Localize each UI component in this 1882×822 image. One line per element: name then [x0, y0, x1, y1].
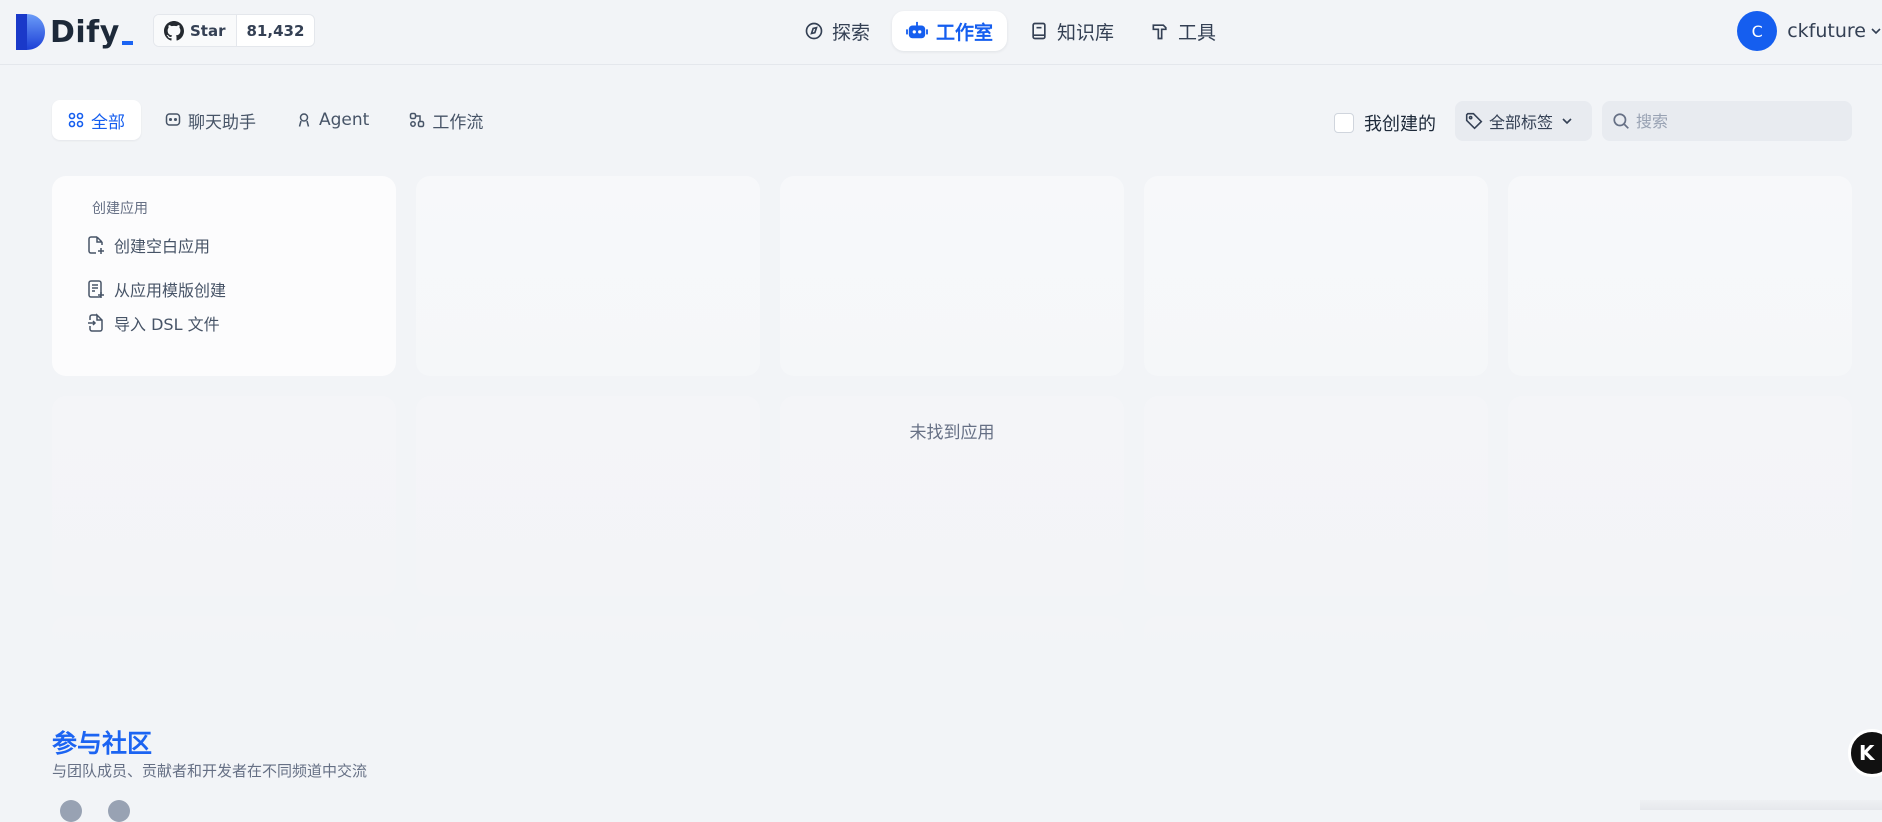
nav-explore[interactable]: 探索 [790, 11, 884, 51]
nav-studio[interactable]: 工作室 [892, 11, 1008, 51]
compass-icon [805, 22, 823, 40]
community-title: 参与社区 [52, 729, 153, 758]
robot-icon [906, 21, 928, 39]
avatar[interactable]: C [1737, 11, 1778, 51]
chevron-down-icon [1562, 118, 1572, 125]
template-icon [88, 280, 104, 298]
app-card-placeholder [1508, 616, 1852, 670]
app-card-placeholder [52, 616, 396, 670]
create-from-template-button[interactable]: 从应用模版创建 [86, 272, 356, 306]
app-card-placeholder [780, 176, 1124, 376]
github-star-label: Star [190, 21, 226, 40]
app-card-placeholder [780, 616, 1124, 670]
github-icon [164, 20, 184, 41]
search-box[interactable] [1602, 101, 1852, 141]
tag-filter-label: 全部标签 [1489, 113, 1554, 132]
file-plus-icon [88, 236, 104, 254]
tab-agent[interactable]: Agent [280, 100, 385, 140]
nav-knowledge[interactable]: 知识库 [1015, 11, 1128, 51]
app-card-placeholder [52, 396, 396, 596]
app-card-placeholder [1144, 616, 1488, 670]
created-by-me-label: 我创建的 [1364, 114, 1436, 135]
chat-icon [165, 113, 181, 126]
community-links [60, 800, 130, 822]
import-icon [88, 313, 103, 332]
create-blank-app-label: 创建空白应用 [114, 237, 211, 256]
app-card-placeholder [416, 396, 760, 596]
create-blank-app-button[interactable]: 创建空白应用 [86, 228, 356, 262]
tab-all-label: 全部 [91, 112, 125, 133]
created-by-me-checkbox[interactable] [1334, 113, 1354, 133]
github-star-button[interactable]: Star [154, 15, 237, 46]
tab-chatbot-label: 聊天助手 [188, 112, 256, 133]
nav-knowledge-label: 知识库 [1057, 21, 1115, 44]
app-card-placeholder [416, 176, 760, 376]
user-menu[interactable]: C ckfuture [1737, 11, 1882, 51]
tab-all[interactable]: 全部 [52, 100, 141, 140]
app-card-placeholder [1508, 396, 1852, 596]
hammer-icon [1152, 24, 1167, 40]
dify-logo[interactable]: Dify [14, 12, 133, 52]
app-type-tabs: 全部 聊天助手 Agent 工作流 [52, 100, 499, 140]
floating-assistant-icon: K [1859, 741, 1875, 765]
search-input[interactable] [1636, 111, 1836, 131]
floating-assistant-button[interactable]: K [1848, 729, 1882, 777]
nav-explore-label: 探索 [832, 21, 871, 44]
discord-icon[interactable] [60, 800, 82, 822]
app-card-placeholder [1508, 176, 1852, 376]
create-app-card: 创建应用 创建空白应用 从应用模版创建 导入 DSL 文件 [52, 176, 396, 376]
github-star-badge[interactable]: Star 81,432 [153, 14, 316, 47]
username[interactable]: ckfuture [1787, 20, 1866, 42]
chevron-down-icon [1871, 28, 1881, 35]
book-icon [1032, 22, 1046, 40]
grid-icon [68, 112, 84, 128]
forum-icon[interactable] [108, 800, 130, 822]
app-card-placeholder [416, 616, 760, 670]
tab-workflow[interactable]: 工作流 [393, 100, 499, 140]
bottom-shadow [1640, 800, 1882, 810]
nav-studio-label: 工作室 [936, 21, 994, 44]
tag-filter-select[interactable]: 全部标签 [1455, 101, 1592, 141]
github-star-count: 81,432 [246, 21, 305, 40]
workflow-icon [410, 112, 425, 128]
logo-cursor [121, 41, 133, 45]
import-dsl-button[interactable]: 导入 DSL 文件 [86, 306, 356, 340]
create-app-title: 创建应用 [92, 201, 148, 217]
main-nav: 探索 工作室 知识库 工具 [790, 11, 1230, 51]
import-dsl-label: 导入 DSL 文件 [114, 315, 220, 334]
search-icon [1613, 113, 1629, 129]
tab-chatbot[interactable]: 聊天助手 [149, 100, 272, 140]
empty-state-text: 未找到应用 [909, 423, 995, 443]
tab-agent-label: Agent [319, 110, 370, 130]
nav-tools-label: 工具 [1178, 21, 1217, 44]
tag-icon [1465, 112, 1483, 130]
create-from-template-label: 从应用模版创建 [114, 281, 227, 300]
community-description: 与团队成员、贡献者和开发者在不同频道中交流 [52, 762, 368, 780]
agent-icon [298, 113, 310, 127]
nav-tools[interactable]: 工具 [1136, 11, 1230, 51]
app-card-placeholder [1144, 396, 1488, 596]
created-by-me-filter[interactable]: 我创建的 [1334, 110, 1436, 136]
app-card-placeholder [1144, 176, 1488, 376]
logo-text: Dify [50, 14, 120, 50]
dify-logo-icon [16, 14, 45, 50]
tab-workflow-label: 工作流 [432, 112, 484, 133]
top-bar: Dify Star 81,432 探索 工作室 知识库 工具 C ckfutur… [0, 0, 1882, 65]
